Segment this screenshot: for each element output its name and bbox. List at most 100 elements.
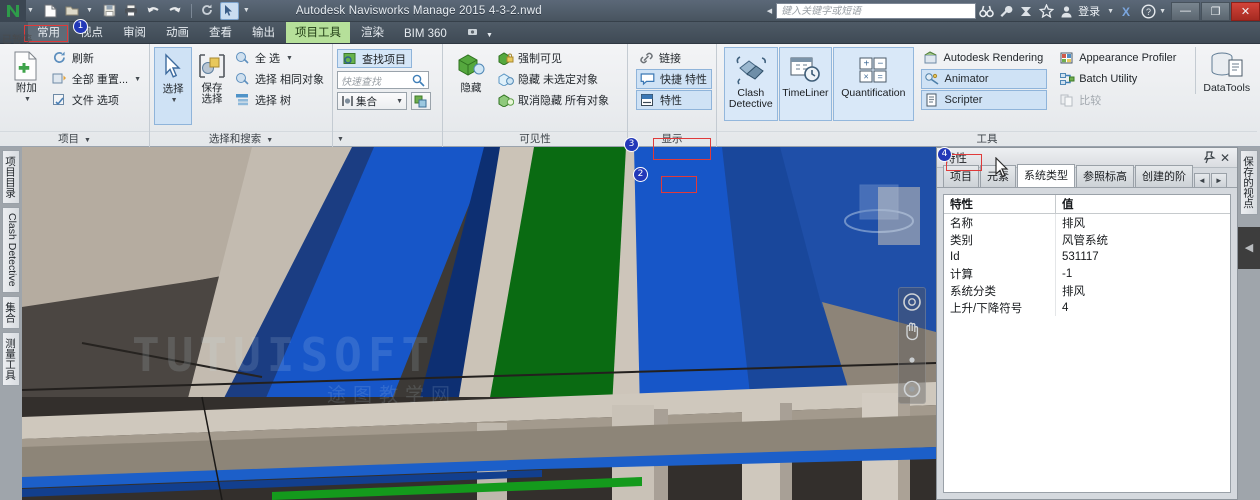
search-input[interactable]: 键入关键字或短语 — [776, 3, 977, 19]
maximize-button[interactable]: ❐ — [1201, 1, 1230, 21]
sets-dropdown[interactable]: 集合 ▼ — [337, 92, 407, 110]
hide-unselected-button[interactable]: 隐藏 未选定对象 — [495, 69, 613, 89]
zoom-icon[interactable] — [901, 349, 923, 371]
tab-canzhaobiaogao[interactable]: 参照标高 — [1076, 165, 1134, 187]
viewcube[interactable] — [840, 169, 918, 247]
table-row[interactable]: 类别 风管系统 — [944, 231, 1230, 248]
file-options-button[interactable]: 文件 选项 — [49, 90, 145, 110]
selection-panel-chevron-icon[interactable]: ▼ — [266, 137, 273, 144]
batch-utility-button[interactable]: Batch Utility — [1056, 69, 1180, 89]
exchange-icon[interactable] — [1016, 2, 1036, 20]
sidebar-item-clash-detective[interactable]: Clash Detective — [2, 207, 20, 293]
sidebar-item-saved-viewpoints[interactable]: 保存的视点 — [1240, 150, 1258, 215]
orbit-icon[interactable] — [901, 378, 923, 400]
animator-button[interactable]: Animator — [920, 69, 1048, 89]
signin-chevron-icon[interactable]: ▼ — [1107, 8, 1114, 15]
table-row[interactable]: 系统分类 排风 — [944, 282, 1230, 299]
sign-in-button[interactable]: 登录 — [1078, 3, 1100, 19]
project-panel-chevron-icon[interactable]: ▼ — [84, 137, 91, 144]
exchange-app-icon[interactable]: X — [1118, 2, 1138, 20]
table-row[interactable]: 上升/下降符号 4 — [944, 299, 1230, 316]
pan-hand-icon[interactable] — [901, 320, 923, 342]
find-items-button[interactable]: 查找项目 — [337, 49, 412, 68]
table-row[interactable]: 名称 排风 — [944, 214, 1230, 231]
reset-all-chevron-icon[interactable]: ▼ — [134, 76, 141, 83]
table-row[interactable]: 计算 -1 — [944, 265, 1230, 282]
refresh-icon[interactable] — [198, 2, 217, 20]
qat-overflow-chevron-icon[interactable]: ▼ — [243, 7, 250, 14]
table-row[interactable]: Id 531117 — [944, 248, 1230, 265]
close-button[interactable]: ✕ — [1231, 1, 1260, 21]
tab-xiangmugongju[interactable]: 项目工具 — [286, 22, 350, 43]
star-icon[interactable] — [1036, 2, 1056, 20]
compare-button[interactable]: 比较 — [1056, 90, 1180, 110]
select-same-button[interactable]: 选择 相同对象 — [232, 69, 328, 89]
attach-button[interactable]: 附加 ▼ — [4, 47, 49, 105]
datatools-button[interactable]: DataTools — [1195, 47, 1253, 94]
sidebar-item-measure-tools[interactable]: 测量工具 — [2, 331, 20, 386]
tab-overflow[interactable]: ▼ — [458, 25, 502, 43]
search-binoculars-icon[interactable] — [976, 2, 996, 20]
tab-shenyue[interactable]: 审阅 — [114, 22, 155, 43]
selection-tree-button[interactable]: 选择 树 — [232, 90, 328, 110]
hide-button[interactable]: 隐藏 — [447, 47, 495, 94]
help-icon[interactable]: ? — [1138, 2, 1158, 20]
tab-chakan[interactable]: 查看 — [200, 22, 241, 43]
steering-wheel-icon[interactable] — [901, 291, 923, 313]
refresh-button[interactable]: 刷新 — [49, 48, 145, 68]
sidebar-item-sets[interactable]: 集合 — [2, 295, 20, 329]
tab-shuchu[interactable]: 输出 — [243, 22, 284, 43]
tab-scroll-next[interactable]: ► — [1210, 173, 1227, 187]
tab-ranran[interactable]: 渲染 — [352, 22, 393, 43]
attach-chevron-icon[interactable]: ▼ — [24, 94, 31, 105]
timeliner-button[interactable]: TimeLiner — [778, 47, 833, 121]
infocenter-chevron-icon[interactable]: ◀ — [767, 7, 772, 15]
pin-icon[interactable] — [1201, 150, 1217, 166]
save-icon[interactable] — [100, 2, 119, 20]
sets-manage-button[interactable] — [411, 92, 431, 110]
help-chevron-icon[interactable]: ▼ — [1159, 8, 1166, 15]
select-chevron-icon[interactable]: ▼ — [171, 95, 178, 106]
tab-donghua[interactable]: 动画 — [157, 22, 198, 43]
right-dock-collapse-button[interactable]: ◀ — [1238, 226, 1260, 269]
sets-chevron-icon[interactable]: ▼ — [396, 98, 403, 105]
wrench-icon[interactable] — [996, 2, 1016, 20]
select-all-chevron-icon[interactable]: ▼ — [286, 55, 293, 62]
reset-all-button[interactable]: 全部 重置... ▼ — [49, 69, 145, 89]
app-logo[interactable] — [0, 0, 26, 22]
tab-xitongleixing[interactable]: 系统类型 — [1017, 164, 1075, 187]
select-all-button[interactable]: 全 选 ▼ — [232, 48, 328, 68]
autodesk-rendering-button[interactable]: Autodesk Rendering — [921, 48, 1048, 68]
unhide-all-button[interactable]: 取消隐藏 所有对象 — [495, 90, 613, 110]
sidebar-item-project-directory[interactable]: 项目目录 — [2, 150, 20, 204]
force-visible-button[interactable]: 强制可见 — [495, 48, 613, 68]
save-selection-button[interactable]: 保存 选择 — [192, 47, 232, 131]
quantification-button[interactable]: + − × = Quantification — [833, 47, 914, 121]
minimize-button[interactable]: — — [1171, 1, 1200, 21]
tab-chuangjiandejie[interactable]: 创建的阶 — [1135, 165, 1193, 187]
find-panel-chevron-icon[interactable]: ▼ — [337, 132, 344, 147]
open-chevron-icon[interactable]: ▼ — [86, 7, 93, 14]
appearance-profiler-button[interactable]: Appearance Profiler — [1056, 48, 1180, 68]
navigation-bar[interactable] — [898, 287, 926, 404]
clash-detective-button[interactable]: Clash Detective — [724, 47, 778, 121]
select-button[interactable]: 选择 ▼ — [154, 47, 193, 125]
new-icon[interactable] — [41, 2, 60, 20]
app-menu-chevron-icon[interactable]: ▼ — [27, 7, 34, 14]
properties-button[interactable]: 特性 — [636, 90, 713, 110]
scripter-button[interactable]: Scripter — [920, 90, 1048, 110]
redo-icon[interactable] — [166, 2, 185, 20]
tab-xiangmu[interactable]: 项目 — [943, 165, 979, 187]
link-button[interactable]: 链接 — [636, 48, 712, 68]
close-icon[interactable]: ✕ — [1217, 150, 1233, 166]
quick-properties-button[interactable]: 快捷 特性 — [636, 69, 713, 89]
print-icon[interactable] — [122, 2, 141, 20]
undo-icon[interactable] — [144, 2, 163, 20]
3d-viewport[interactable]: TUTUISOFT 途图教学网 7 — [22, 147, 936, 500]
select-icon[interactable] — [219, 1, 239, 20]
open-icon[interactable] — [63, 2, 82, 20]
tab-bim360[interactable]: BIM 360 — [395, 26, 456, 43]
user-icon[interactable] — [1056, 2, 1076, 20]
quick-find-input[interactable]: 快速查找 — [337, 71, 429, 89]
tab-scroll-prev[interactable]: ◄ — [1194, 173, 1210, 187]
